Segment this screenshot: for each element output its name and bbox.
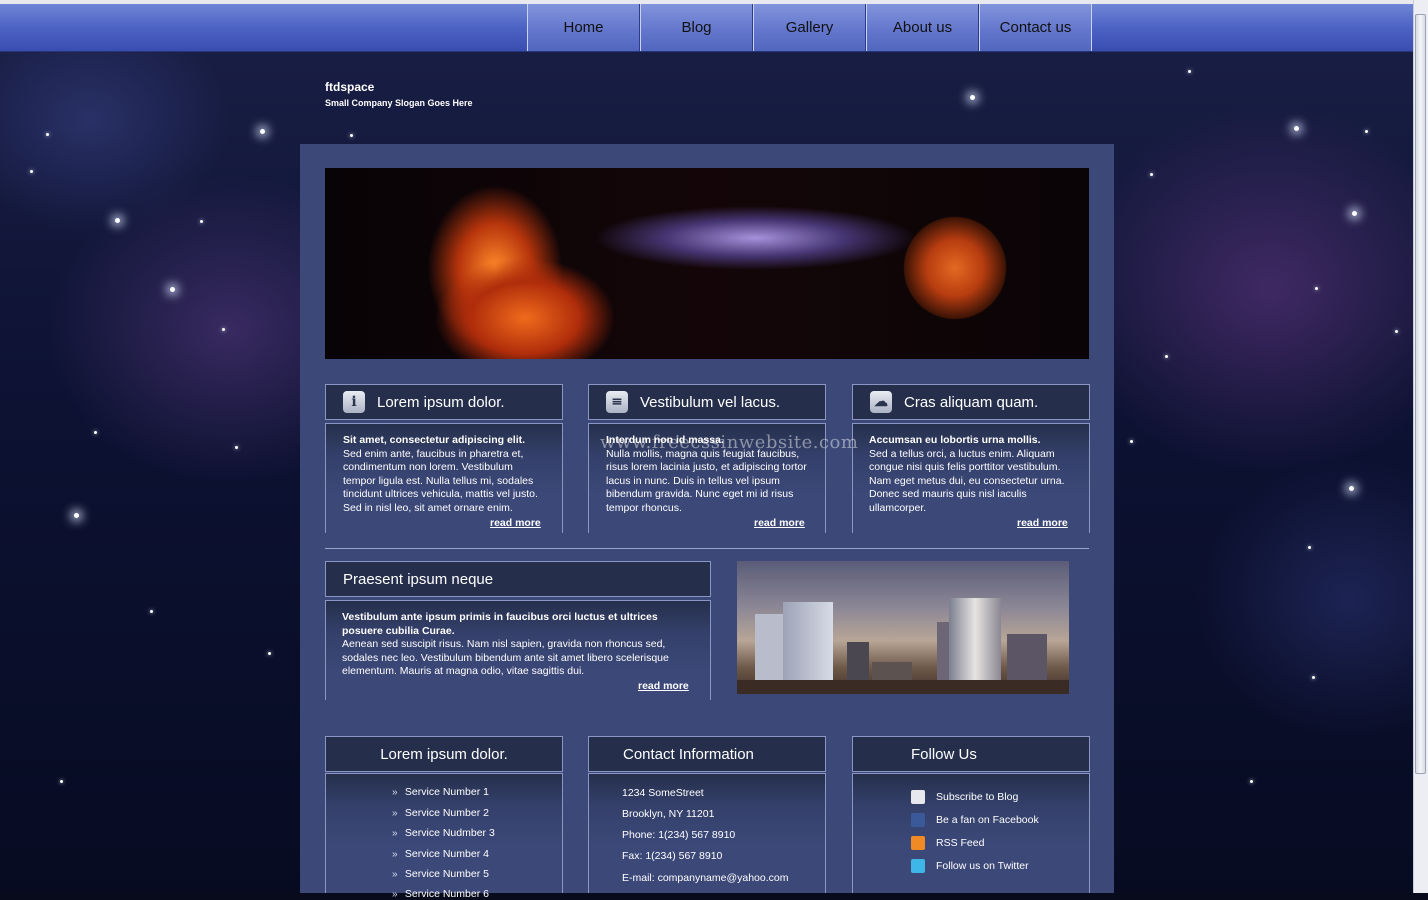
- star: [200, 220, 203, 223]
- star: [1130, 440, 1133, 443]
- nav-contact-us[interactable]: Contact us: [979, 4, 1092, 51]
- service-item-3[interactable]: » Service Nudmber 3: [392, 827, 495, 839]
- main-nav: Home Blog Gallery About us Contact us: [527, 4, 1092, 52]
- contact-city: Brooklyn, NY 11201: [622, 808, 715, 820]
- follow-rss-link[interactable]: RSS Feed: [936, 837, 984, 849]
- star: [46, 133, 49, 136]
- follow-facebook-link[interactable]: Be a fan on Facebook: [936, 814, 1039, 826]
- star: [1395, 330, 1398, 333]
- feature-3-read-more-link[interactable]: read more: [1017, 517, 1068, 529]
- praesent-text: Aenean sed suscipit risus. Nam nisl sapi…: [342, 638, 669, 677]
- feature-2-read-more-link[interactable]: read more: [754, 517, 805, 529]
- star: [1312, 676, 1315, 679]
- star: [170, 287, 175, 292]
- service-item-1[interactable]: » Service Number 1: [392, 786, 489, 798]
- services-title: Lorem ipsum dolor.: [380, 745, 508, 763]
- feature-3-text: Sed a tellus orci, a luctus enim. Aliqua…: [869, 447, 1065, 514]
- service-item-4[interactable]: » Service Number 4: [392, 848, 489, 860]
- star: [115, 218, 120, 223]
- service-item-5[interactable]: » Service Number 5: [392, 868, 489, 880]
- chevron-right-icon: »: [392, 787, 398, 798]
- facebook-icon: [911, 813, 925, 827]
- star: [350, 134, 353, 137]
- contact-phone: Phone: 1(234) 567 8910: [622, 829, 736, 841]
- site-name[interactable]: ftdspace: [325, 80, 473, 94]
- star: [74, 513, 79, 518]
- star: [1165, 355, 1168, 358]
- brand: ftdspace Small Company Slogan Goes Here: [325, 80, 473, 108]
- watermark: www.freecssinwebsite.com: [600, 432, 859, 453]
- hero-banner-image: [325, 168, 1089, 359]
- contact-title: Contact Information: [623, 745, 754, 763]
- feature-2-header: ≡ Vestibulum vel lacus.: [588, 384, 826, 420]
- twitter-icon: [911, 859, 925, 873]
- chevron-right-icon: »: [392, 808, 398, 819]
- city-skyline-image: [737, 561, 1069, 694]
- chevron-right-icon: »: [392, 849, 398, 860]
- star: [1349, 486, 1354, 491]
- praesent-read-more-link[interactable]: read more: [638, 680, 689, 692]
- contact-address: 1234 SomeStreet: [622, 787, 704, 799]
- star: [222, 328, 225, 331]
- follow-title: Follow Us: [911, 745, 977, 763]
- section-divider: [325, 548, 1089, 549]
- star: [1315, 287, 1318, 290]
- feature-1-title: Lorem ipsum dolor.: [377, 393, 505, 411]
- star: [1308, 546, 1311, 549]
- follow-subscribe-link[interactable]: Subscribe to Blog: [936, 791, 1018, 803]
- star: [94, 431, 97, 434]
- chevron-right-icon: »: [392, 828, 398, 839]
- contact-header: Contact Information: [588, 736, 826, 772]
- praesent-title: Praesent ipsum neque: [343, 570, 494, 588]
- star: [60, 780, 63, 783]
- document-icon: ≡: [606, 391, 628, 413]
- content-panel: i Lorem ipsum dolor. Sit amet, consectet…: [300, 144, 1114, 900]
- feature-2-text: Nulla mollis, magna quis feugiat faucibu…: [606, 447, 807, 514]
- site-slogan: Small Company Slogan Goes Here: [325, 98, 473, 108]
- follow-header: Follow Us: [852, 736, 1090, 772]
- service-item-6[interactable]: » Service Number 6: [392, 888, 489, 900]
- star: [1352, 211, 1357, 216]
- feature-1-text: Sed enim ante, faucibus in pharetra et, …: [343, 447, 538, 514]
- chevron-right-icon: »: [392, 869, 398, 880]
- star: [970, 95, 975, 100]
- star: [268, 652, 271, 655]
- feature-1-read-more-link[interactable]: read more: [490, 517, 541, 529]
- scrollbar-thumb[interactable]: [1415, 14, 1426, 774]
- feature-1-header: i Lorem ipsum dolor.: [325, 384, 563, 420]
- star: [30, 170, 33, 173]
- follow-twitter-link[interactable]: Follow us on Twitter: [936, 860, 1029, 872]
- info-icon: i: [343, 391, 365, 413]
- nav-blog[interactable]: Blog: [640, 4, 753, 51]
- service-item-2[interactable]: » Service Number 2: [392, 807, 489, 819]
- star: [1188, 70, 1191, 73]
- star: [150, 610, 153, 613]
- star: [260, 129, 265, 134]
- chat-icon: ☁: [870, 391, 892, 413]
- services-header: Lorem ipsum dolor.: [325, 736, 563, 772]
- star: [235, 446, 238, 449]
- star: [1365, 130, 1368, 133]
- praesent-lead: Vestibulum ante ipsum primis in faucibus…: [342, 611, 658, 637]
- star: [1250, 780, 1253, 783]
- chevron-right-icon: »: [392, 889, 398, 900]
- contact-email[interactable]: E-mail: companyname@yahoo.com: [622, 872, 788, 884]
- star: [1150, 173, 1153, 176]
- nav-home[interactable]: Home: [527, 4, 640, 51]
- praesent-header: Praesent ipsum neque: [325, 561, 711, 597]
- feature-1-lead: Sit amet, consectetur adipiscing elit.: [343, 434, 526, 446]
- mail-icon: [911, 790, 925, 804]
- contact-fax: Fax: 1(234) 567 8910: [622, 850, 723, 862]
- rss-icon: [911, 836, 925, 850]
- feature-3-title: Cras aliquam quam.: [904, 393, 1039, 411]
- nav-about-us[interactable]: About us: [866, 4, 979, 51]
- feature-2-title: Vestibulum vel lacus.: [640, 393, 781, 411]
- feature-3-header: ☁ Cras aliquam quam.: [852, 384, 1090, 420]
- nav-gallery[interactable]: Gallery: [753, 4, 866, 51]
- feature-3-lead: Accumsan eu lobortis urna mollis.: [869, 434, 1041, 446]
- star: [1294, 126, 1299, 131]
